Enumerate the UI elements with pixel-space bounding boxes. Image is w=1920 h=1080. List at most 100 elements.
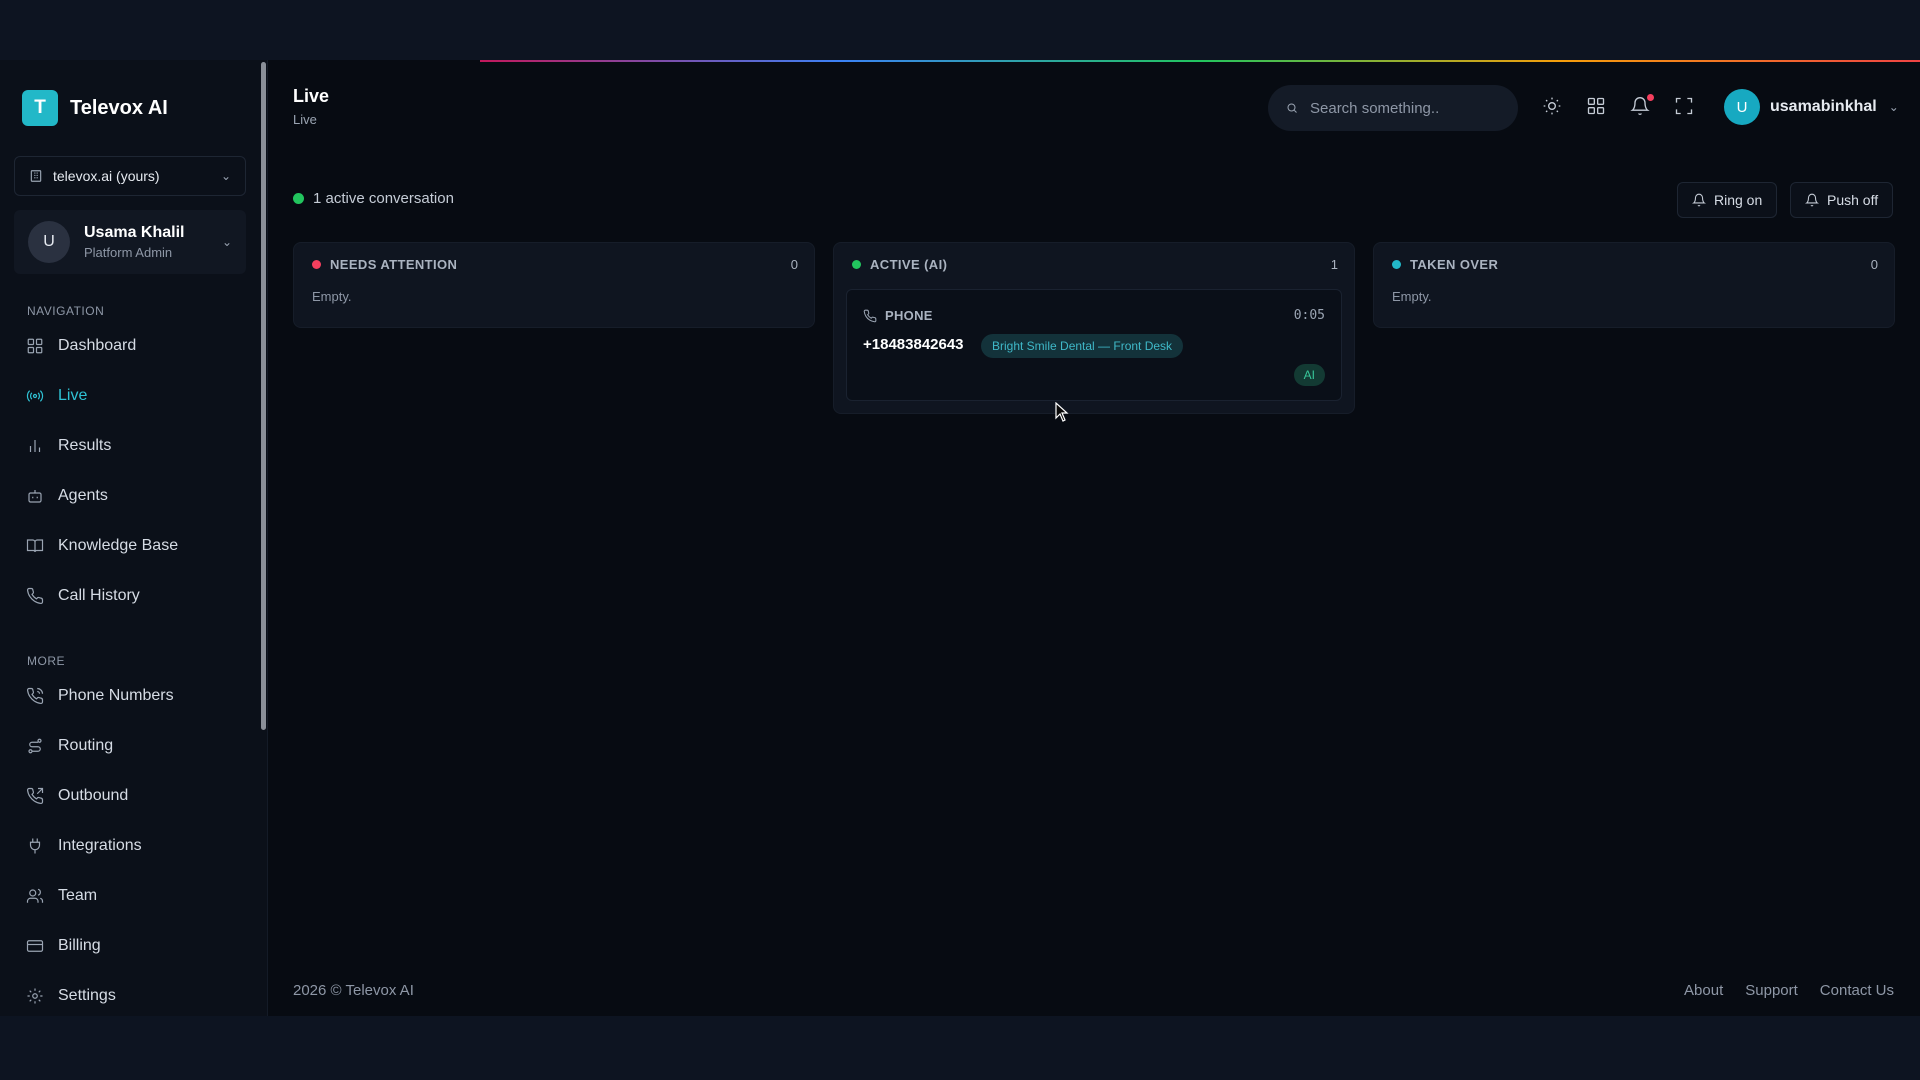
active-status: 1 active conversation	[293, 190, 454, 207]
nav-section-label: NAVIGATION	[27, 304, 105, 318]
search-icon	[1287, 103, 1297, 113]
bell-icon	[1692, 193, 1706, 207]
channel-label: PHONE	[885, 308, 933, 323]
sidebar-item-routing[interactable]: Routing	[26, 734, 113, 758]
column-count: 1	[1330, 257, 1338, 272]
sidebar-item-integrations[interactable]: Integrations	[26, 834, 142, 858]
status-dot	[293, 193, 304, 204]
agent-badge: Bright Smile Dental — Front Desk	[981, 334, 1184, 358]
search-input[interactable]	[1310, 99, 1500, 117]
sidebar-item-label: Live	[58, 387, 88, 404]
call-duration: 0:05	[1293, 308, 1325, 323]
bell-icon	[1805, 193, 1819, 207]
chevron-down-icon: ⌄	[1888, 100, 1899, 114]
status-dot	[1392, 260, 1401, 269]
footer-link-support[interactable]: Support	[1745, 982, 1798, 999]
push-label: Push off	[1827, 192, 1879, 208]
notification-dot	[1647, 94, 1654, 101]
status-dot	[312, 260, 321, 269]
fullscreen-button[interactable]	[1674, 96, 1698, 120]
column-header: TAKEN OVER	[1392, 257, 1498, 272]
footer-link-contact[interactable]: Contact Us	[1820, 982, 1894, 999]
organization-select[interactable]: televox.ai (yours) ⌄	[14, 156, 246, 196]
sidebar-item-label: Billing	[58, 937, 101, 954]
column-needs-attention: NEEDS ATTENTION 0 Empty.	[293, 242, 815, 328]
bar-chart-icon	[29, 440, 41, 452]
column-title: ACTIVE (AI)	[870, 257, 948, 272]
footer-links: About Support Contact Us	[1684, 982, 1894, 999]
push-toggle-button[interactable]: Push off	[1790, 182, 1894, 218]
sidebar-item-phone-numbers[interactable]: Phone Numbers	[26, 684, 174, 708]
sidebar-item-label: Agents	[58, 487, 108, 504]
brand[interactable]: T Televox AI	[22, 90, 168, 126]
sidebar-item-live[interactable]: Live	[26, 384, 87, 408]
theme-toggle-button[interactable]	[1542, 96, 1566, 120]
sidebar-scrollbar[interactable]	[261, 62, 266, 730]
empty-state: Empty.	[312, 289, 352, 304]
chevron-down-icon: ⌄	[220, 169, 231, 183]
sidebar-item-label: Results	[58, 437, 112, 454]
search-box[interactable]	[1268, 85, 1518, 131]
conversation-card[interactable]: PHONE 0:05 +18483842643 Bright Smile Den…	[846, 289, 1342, 401]
breadcrumb[interactable]: Live	[293, 112, 317, 127]
column-count: 0	[790, 257, 798, 272]
user-card[interactable]: U Usama Khalil Platform Admin ⌄	[14, 210, 246, 274]
column-active-ai: ACTIVE (AI) 1 PHONE 0:05 +18483842643 Br…	[833, 242, 1355, 414]
sidebar-item-label: Integrations	[58, 837, 142, 854]
mouse-cursor-icon	[1055, 402, 1069, 422]
organization-name: televox.ai (yours)	[53, 168, 160, 184]
plug-icon	[29, 838, 41, 854]
sidebar-item-settings[interactable]: Settings	[26, 984, 116, 1008]
phone-outgoing-icon	[26, 787, 44, 805]
sidebar-item-label: Dashboard	[58, 337, 137, 354]
sidebar-item-dashboard[interactable]: Dashboard	[26, 334, 136, 358]
notifications-button[interactable]	[1630, 94, 1654, 120]
top-gradient-line	[480, 60, 1920, 62]
chevron-down-icon: ⌄	[221, 235, 232, 249]
gear-icon	[27, 988, 43, 1004]
sidebar-item-call-history[interactable]: Call History	[26, 584, 140, 608]
fullscreen-icon	[1675, 97, 1693, 115]
sidebar-item-label: Knowledge Base	[58, 537, 179, 554]
status-dot	[852, 260, 861, 269]
avatar: U	[28, 221, 70, 263]
ring-toggle-button[interactable]: Ring on	[1677, 182, 1778, 218]
column-title: NEEDS ATTENTION	[330, 257, 458, 272]
sidebar-item-team[interactable]: Team	[26, 884, 97, 908]
apps-button[interactable]	[1586, 96, 1610, 120]
column-taken-over: TAKEN OVER 0 Empty.	[1373, 242, 1895, 328]
brand-logo: T	[22, 90, 58, 126]
ring-label: Ring on	[1714, 192, 1763, 208]
sidebar-item-billing[interactable]: Billing	[26, 934, 101, 958]
sun-icon	[1543, 97, 1561, 115]
sidebar-item-label: Phone Numbers	[58, 687, 174, 704]
sidebar-item-label: Routing	[58, 737, 114, 754]
phone-icon	[863, 309, 877, 322]
app-frame: T Televox AI televox.ai (yours) ⌄ U Usam…	[0, 60, 1920, 1016]
sidebar: T Televox AI televox.ai (yours) ⌄ U Usam…	[0, 60, 268, 1016]
phone-icon	[26, 587, 44, 605]
avatar: U	[1724, 89, 1760, 125]
book-icon	[26, 539, 44, 553]
user-role: Platform Admin	[84, 245, 173, 260]
footer-link-about[interactable]: About	[1684, 982, 1723, 999]
phone-call-icon	[26, 687, 44, 705]
sidebar-item-agents[interactable]: Agents	[26, 484, 108, 508]
route-icon	[28, 738, 42, 754]
column-header: NEEDS ATTENTION	[312, 257, 457, 272]
sidebar-item-knowledge-base[interactable]: Knowledge Base	[26, 534, 178, 558]
user-menu[interactable]: U usamabinkhal ⌄	[1724, 89, 1899, 125]
sidebar-item-results[interactable]: Results	[26, 434, 111, 458]
footer-copyright: 2026 © Televox AI	[293, 982, 414, 999]
users-icon	[26, 888, 44, 903]
grid-icon	[27, 338, 43, 354]
more-section-label: MORE	[27, 654, 65, 668]
empty-state: Empty.	[1392, 289, 1432, 304]
channel-type: PHONE	[863, 308, 933, 323]
username: usamabinkhal	[1770, 98, 1877, 115]
grid-icon	[1587, 97, 1605, 115]
sidebar-item-label: Settings	[58, 987, 116, 1004]
column-title: TAKEN OVER	[1410, 257, 1499, 272]
sidebar-item-outbound[interactable]: Outbound	[26, 784, 128, 808]
ai-badge: AI	[1293, 364, 1325, 386]
